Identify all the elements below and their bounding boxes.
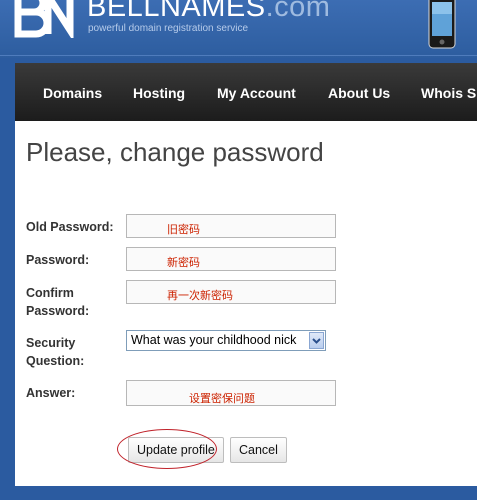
security-question-label-line1: Security (26, 336, 76, 350)
nav-item-my-account[interactable]: My Account (217, 85, 296, 101)
password-field[interactable]: 新密码 (126, 247, 336, 271)
old-password-field[interactable]: 旧密码 (126, 214, 336, 238)
brand-name[interactable]: BELLNAMES.com (87, 0, 330, 24)
security-question-selected: What was your childhood nick (131, 333, 297, 347)
security-question-select[interactable]: What was your childhood nick (126, 330, 326, 351)
confirm-password-value: 再一次新密码 (167, 290, 233, 302)
confirm-password-label-line2: Password: (26, 304, 90, 318)
confirm-password-label: Confirm Password: (26, 284, 89, 320)
nav-item-whois[interactable]: Whois S (421, 85, 476, 101)
password-label: Password: (26, 253, 90, 267)
nav-item-about-us[interactable]: About Us (328, 85, 390, 101)
nav-item-domains[interactable]: Domains (43, 85, 102, 101)
brand-name-text: BELLNAMES (87, 0, 266, 23)
page-footer-band (0, 486, 477, 500)
nav-item-hosting[interactable]: Hosting (133, 85, 185, 101)
old-password-value: 旧密码 (167, 224, 200, 236)
old-password-label: Old Password: (26, 220, 114, 234)
content-panel: Please, change password Old Password: 旧密… (15, 121, 477, 486)
mobile-phone-icon (428, 0, 456, 49)
answer-field[interactable]: 设置密保问题 (126, 380, 336, 406)
confirm-password-label-line1: Confirm (26, 286, 74, 300)
main-nav: Domains Hosting My Account About Us Whoi… (15, 63, 477, 121)
header-divider (0, 55, 477, 56)
brand-tagline: powerful domain registration service (88, 23, 249, 34)
answer-label: Answer: (26, 386, 76, 400)
site-header: BELLNAMES.com powerful domain registrati… (0, 0, 477, 58)
chevron-down-icon (312, 338, 321, 344)
password-value: 新密码 (167, 257, 200, 269)
annotation-circle (117, 429, 217, 469)
brand-tld: .com (265, 0, 331, 23)
security-question-label-line2: Question: (26, 354, 85, 368)
bn-logo-icon[interactable] (14, 0, 78, 38)
answer-value: 设置密保问题 (189, 393, 255, 405)
page-title: Please, change password (26, 137, 324, 167)
dropdown-arrow-button[interactable] (309, 332, 324, 349)
confirm-password-field[interactable]: 再一次新密码 (126, 280, 336, 304)
cancel-button[interactable]: Cancel (230, 437, 287, 463)
security-question-label: Security Question: (26, 334, 84, 370)
